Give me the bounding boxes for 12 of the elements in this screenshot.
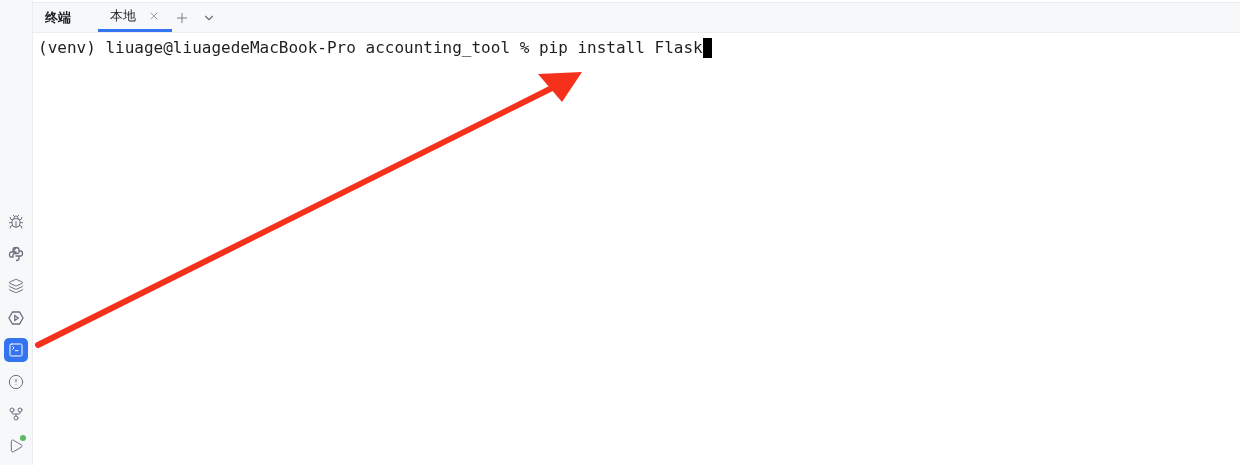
bug-icon <box>8 214 24 230</box>
alert-icon <box>8 374 24 390</box>
git-branch-icon <box>8 406 24 422</box>
terminal-tab[interactable]: 本地 <box>98 3 172 32</box>
play-icon <box>8 438 24 454</box>
hexagon-play-icon <box>8 310 24 326</box>
layers-icon <box>8 278 24 294</box>
tool-window-button[interactable] <box>4 338 28 362</box>
panel-title: 终端 <box>45 8 71 27</box>
terminal-line: (venv) liuage@liuagedeMacBook-Pro accounting_tool % pip install Flask <box>38 37 703 59</box>
close-icon[interactable] <box>148 10 160 22</box>
terminal-icon <box>8 342 24 358</box>
